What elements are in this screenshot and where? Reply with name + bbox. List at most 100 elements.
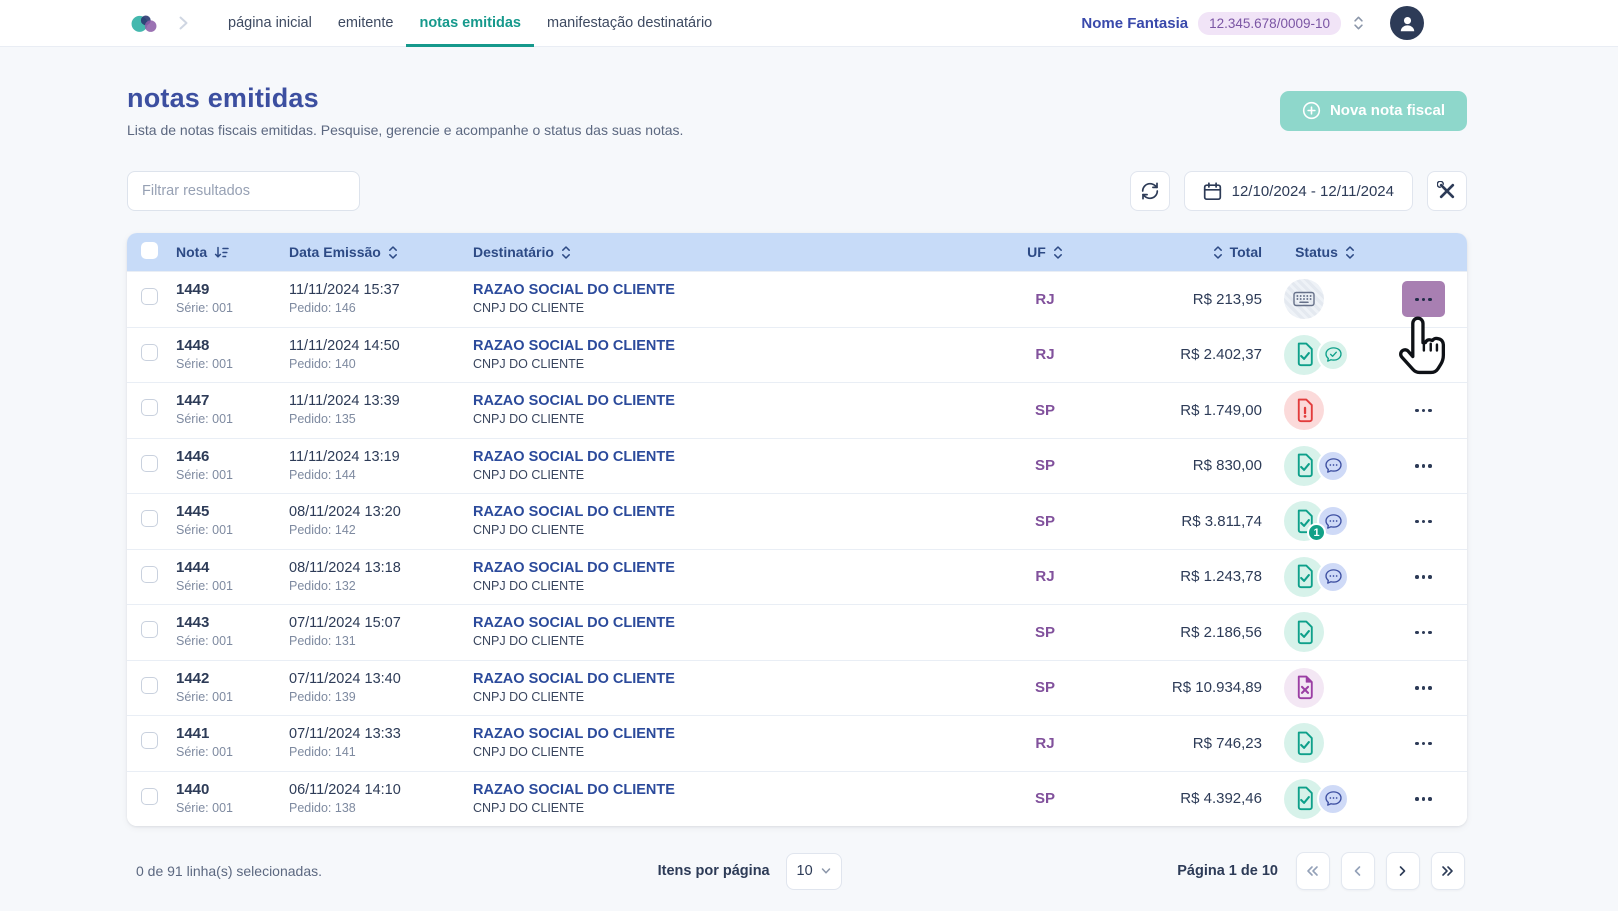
date-range-button[interactable]: 12/10/2024 - 12/11/2024: [1184, 171, 1413, 211]
destinatario-link[interactable]: RAZAO SOCIAL DO CLIENTE: [473, 614, 1000, 632]
row-actions-button[interactable]: [1402, 281, 1445, 317]
table-row: 1440Série: 001 06/11/2024 14:10Pedido: 1…: [127, 771, 1467, 827]
status-messages-icon[interactable]: [1317, 561, 1349, 593]
sort-updown-icon: [1053, 245, 1063, 260]
destinatario-cnpj: CNPJ DO CLIENTE: [473, 578, 1000, 595]
destinatario-link[interactable]: RAZAO SOCIAL DO CLIENTE: [473, 725, 1000, 743]
table-row: 1449Série: 001 11/11/2024 15:37Pedido: 1…: [127, 271, 1467, 327]
user-avatar[interactable]: [1390, 6, 1424, 40]
nota-serie: Série: 001: [176, 522, 283, 539]
app-logo-icon[interactable]: [128, 11, 160, 35]
destinatario-cnpj: CNPJ DO CLIENTE: [473, 633, 1000, 650]
select-all-checkbox[interactable]: [141, 242, 158, 259]
destinatario-link[interactable]: RAZAO SOCIAL DO CLIENTE: [473, 337, 1000, 355]
table-settings-button[interactable]: [1427, 171, 1467, 211]
page-subtitle: Lista de notas fiscais emitidas. Pesquis…: [127, 122, 683, 138]
refresh-button[interactable]: [1130, 171, 1170, 211]
status-messages-icon[interactable]: [1317, 783, 1349, 815]
row-actions-button[interactable]: [1402, 670, 1445, 706]
page-title: notas emitidas: [127, 83, 683, 114]
row-actions-button[interactable]: [1402, 337, 1445, 373]
row-actions-button[interactable]: [1402, 503, 1445, 539]
company-switcher-icon[interactable]: [1353, 15, 1364, 31]
data-emissao: 07/11/2024 13:33: [289, 725, 473, 743]
destinatario-cnpj: CNPJ DO CLIENTE: [473, 300, 1000, 317]
row-checkbox[interactable]: [141, 510, 158, 527]
nota-serie: Série: 001: [176, 411, 283, 428]
row-actions-button[interactable]: [1402, 614, 1445, 650]
person-icon: [1397, 13, 1418, 34]
row-actions-button[interactable]: [1402, 725, 1445, 761]
nota-number: 1443: [176, 614, 283, 632]
column-header-uf[interactable]: UF: [1000, 244, 1090, 260]
column-header-destinatario[interactable]: Destinatário: [473, 244, 1000, 260]
nav-pagina-inicial[interactable]: página inicial: [215, 0, 325, 47]
nota-number: 1449: [176, 281, 283, 299]
row-checkbox[interactable]: [141, 288, 158, 305]
row-checkbox[interactable]: [141, 399, 158, 416]
column-header-data-emissao[interactable]: Data Emissão: [283, 244, 473, 260]
table-row: 1443Série: 001 07/11/2024 15:07Pedido: 1…: [127, 604, 1467, 660]
nav-notas-emitidas[interactable]: notas emitidas: [406, 0, 534, 47]
row-actions-button[interactable]: [1402, 448, 1445, 484]
top-nav-bar: página inicial emitente notas emitidas m…: [0, 0, 1618, 47]
data-emissao: 11/11/2024 13:19: [289, 448, 473, 466]
destinatario-link[interactable]: RAZAO SOCIAL DO CLIENTE: [473, 503, 1000, 521]
total-value: R$ 746,23: [1090, 735, 1270, 752]
pedido: Pedido: 139: [289, 689, 473, 706]
status-cancelled-doc-icon[interactable]: [1284, 668, 1324, 708]
destinatario-cnpj: CNPJ DO CLIENTE: [473, 800, 1000, 817]
nota-number: 1445: [176, 503, 283, 521]
status-messages-icon[interactable]: [1317, 450, 1349, 482]
destinatario-link[interactable]: RAZAO SOCIAL DO CLIENTE: [473, 281, 1000, 299]
table-header-row: Nota Data Emissão Destinatário UF To: [127, 233, 1467, 271]
row-checkbox[interactable]: [141, 788, 158, 805]
table-row: 1444Série: 001 08/11/2024 13:18Pedido: 1…: [127, 549, 1467, 605]
row-checkbox[interactable]: [141, 566, 158, 583]
destinatario-link[interactable]: RAZAO SOCIAL DO CLIENTE: [473, 559, 1000, 577]
data-emissao: 11/11/2024 14:50: [289, 337, 473, 355]
column-header-total[interactable]: Total: [1090, 244, 1270, 260]
uf-value: SP: [1000, 624, 1090, 641]
nova-nota-fiscal-button[interactable]: Nova nota fiscal: [1280, 91, 1467, 131]
prev-page-button[interactable]: [1341, 852, 1375, 890]
status-message-approved-icon[interactable]: [1317, 339, 1349, 371]
row-checkbox[interactable]: [141, 621, 158, 638]
destinatario-link[interactable]: RAZAO SOCIAL DO CLIENTE: [473, 670, 1000, 688]
destinatario-link[interactable]: RAZAO SOCIAL DO CLIENTE: [473, 448, 1000, 466]
destinatario-link[interactable]: RAZAO SOCIAL DO CLIENTE: [473, 781, 1000, 799]
last-page-button[interactable]: [1431, 852, 1465, 890]
total-value: R$ 1.749,00: [1090, 402, 1270, 419]
column-header-status[interactable]: Status: [1270, 244, 1380, 260]
nota-number: 1444: [176, 559, 283, 577]
next-page-button[interactable]: [1386, 852, 1420, 890]
items-per-page-select[interactable]: 10: [786, 853, 842, 890]
nav-manifestacao-destinatario[interactable]: manifestação destinatário: [534, 0, 725, 47]
main-nav: página inicial emitente notas emitidas m…: [215, 0, 725, 47]
row-checkbox[interactable]: [141, 344, 158, 361]
chevrons-right-icon: [1441, 865, 1454, 877]
filter-input[interactable]: [127, 171, 360, 211]
data-emissao: 07/11/2024 13:40: [289, 670, 473, 688]
row-checkbox[interactable]: [141, 732, 158, 749]
plus-circle-icon: [1302, 101, 1321, 120]
unread-count-badge: 1: [1307, 523, 1326, 542]
status-authorized-doc-icon[interactable]: [1284, 612, 1324, 652]
first-page-button[interactable]: [1296, 852, 1330, 890]
row-actions-button[interactable]: [1402, 392, 1445, 428]
row-checkbox[interactable]: [141, 455, 158, 472]
row-actions-button[interactable]: [1402, 781, 1445, 817]
row-actions-button[interactable]: [1402, 559, 1445, 595]
company-name[interactable]: Nome Fantasia: [1081, 15, 1188, 32]
uf-value: RJ: [1000, 346, 1090, 363]
destinatario-link[interactable]: RAZAO SOCIAL DO CLIENTE: [473, 392, 1000, 410]
pedido: Pedido: 135: [289, 411, 473, 428]
nav-emitente[interactable]: emitente: [325, 0, 407, 47]
column-header-nota[interactable]: Nota: [171, 244, 283, 260]
status-authorized-doc-icon[interactable]: [1284, 723, 1324, 763]
status-processing-keyboard-icon[interactable]: [1284, 279, 1324, 319]
items-per-page-label: Itens por página: [658, 863, 770, 879]
row-checkbox[interactable]: [141, 677, 158, 694]
sort-updown-icon: [1213, 245, 1223, 260]
status-rejected-doc-icon[interactable]: [1284, 390, 1324, 430]
